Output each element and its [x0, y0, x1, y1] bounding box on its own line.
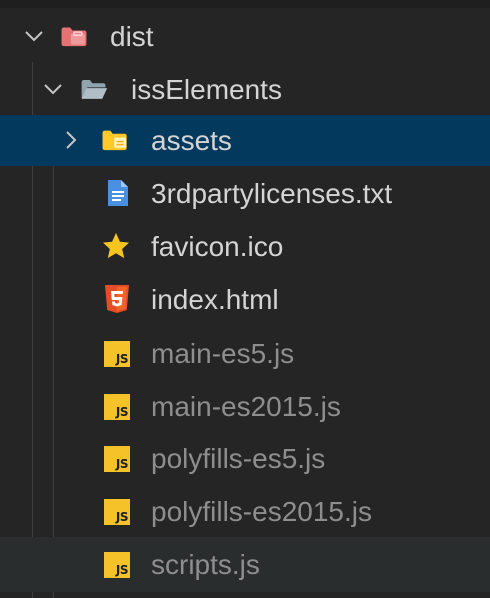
tree-row-file[interactable]: JS main-es5.js — [0, 327, 490, 380]
tree-label: main-es2015.js — [151, 391, 341, 422]
file-explorer-tree: dist issElements assets 3rdpartylicenses… — [0, 0, 490, 598]
js-badge: JS — [104, 341, 130, 367]
tree-row-file[interactable]: JS polyfills-es5.js — [0, 432, 490, 485]
js-icon: JS — [103, 340, 131, 368]
html5-icon — [103, 285, 131, 313]
tree-row-file[interactable]: favicon.ico — [0, 220, 490, 273]
folder-open-red-icon — [60, 22, 88, 50]
tree-label: favicon.ico — [151, 231, 284, 262]
js-icon: JS — [103, 498, 131, 526]
tree-row-file[interactable]: JS main-es2015.js — [0, 380, 490, 433]
tree-label: index.html — [151, 284, 279, 315]
tree-row-file[interactable]: 3rdpartylicenses.txt — [0, 167, 490, 220]
tree-row-dist[interactable]: dist — [0, 10, 490, 63]
tree-label: scripts.js — [151, 549, 260, 580]
tree-row-file[interactable]: JS scripts.js — [0, 537, 490, 592]
folder-assets-icon — [101, 126, 129, 154]
tree-row-assets[interactable]: assets — [0, 115, 490, 166]
tree-label: main-es5.js — [151, 338, 295, 369]
star-icon — [102, 232, 130, 260]
js-icon: JS — [103, 445, 131, 473]
js-badge: JS — [104, 552, 130, 578]
folder-open-icon — [80, 75, 108, 103]
js-badge: JS — [104, 499, 130, 525]
js-badge: JS — [104, 394, 130, 420]
js-icon: JS — [103, 393, 131, 421]
chevron-down-icon[interactable] — [22, 24, 46, 48]
tree-row-file[interactable]: JS polyfills-es2015.js — [0, 485, 490, 538]
tree-label: polyfills-es2015.js — [151, 496, 372, 527]
tree-label: issElements — [131, 74, 282, 105]
js-badge: JS — [104, 446, 130, 472]
text-file-icon — [104, 179, 132, 207]
tree-label: assets — [151, 125, 232, 156]
tree-row-isselements[interactable]: issElements — [0, 63, 490, 116]
js-icon: JS — [103, 551, 131, 579]
top-edge — [0, 0, 490, 8]
tree-label: polyfills-es5.js — [151, 443, 326, 474]
tree-label: dist — [110, 21, 154, 52]
tree-row-file[interactable]: index.html — [0, 273, 490, 326]
chevron-right-icon[interactable] — [59, 128, 83, 152]
tree-label: 3rdpartylicenses.txt — [151, 178, 393, 209]
chevron-down-icon[interactable] — [41, 77, 65, 101]
